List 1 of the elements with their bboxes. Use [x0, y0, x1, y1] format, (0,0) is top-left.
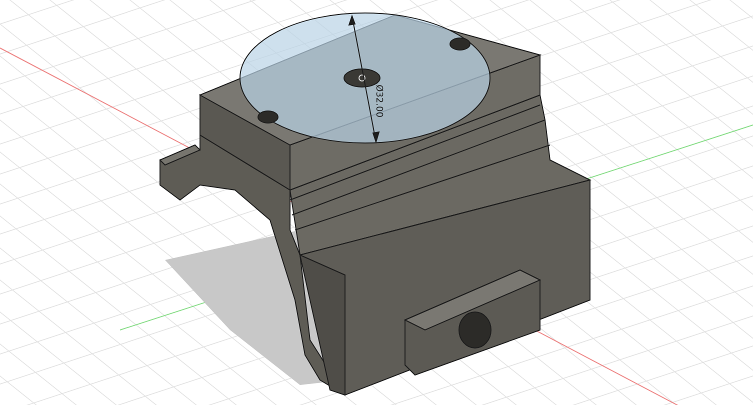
- diameter-dimension: Ø32.00: [373, 84, 384, 118]
